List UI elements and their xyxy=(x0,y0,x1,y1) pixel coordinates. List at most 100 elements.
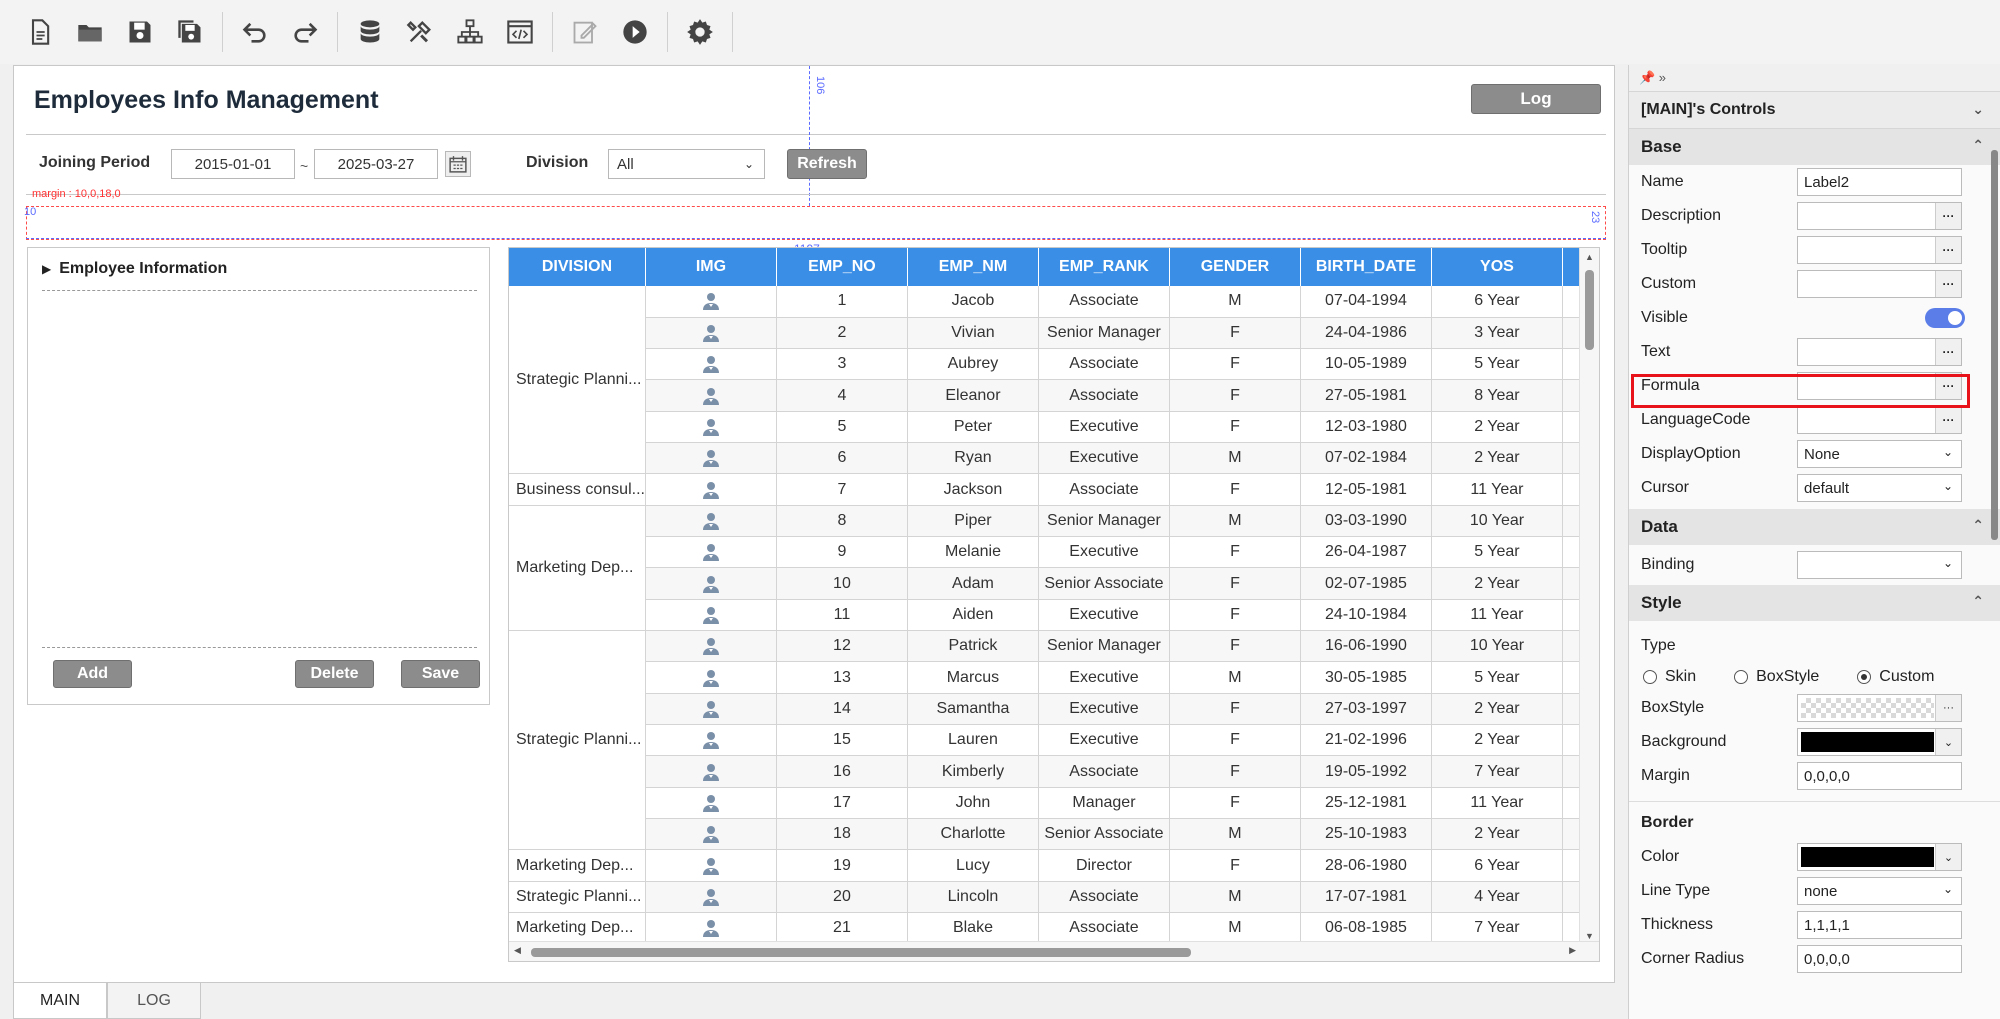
table-cell[interactable]: Patrick xyxy=(907,630,1039,663)
add-button[interactable]: Add xyxy=(53,660,132,688)
column-header[interactable]: YOS xyxy=(1431,248,1563,286)
table-cell[interactable]: F xyxy=(1169,630,1301,663)
division-cell[interactable]: Marketing Dep... xyxy=(509,912,646,945)
tools-icon[interactable] xyxy=(400,12,440,52)
table-cell[interactable]: M xyxy=(1169,661,1301,694)
table-cell[interactable]: 6 xyxy=(776,442,908,475)
tree-item-employee-information[interactable]: ▶ Employee Information xyxy=(42,260,227,278)
table-cell[interactable]: Jacob xyxy=(907,286,1039,318)
table-row[interactable]: 6 Ryan Executive M 07-02-1984 2 Year xyxy=(509,442,1587,475)
table-row[interactable]: 9 Melanie Executive F 26-04-1987 5 Year xyxy=(509,536,1587,569)
table-cell[interactable]: Executive xyxy=(1038,442,1170,475)
tab-log[interactable]: LOG xyxy=(107,983,201,1019)
table-cell[interactable]: Ryan xyxy=(907,442,1039,475)
table-cell[interactable]: 9 xyxy=(776,536,908,569)
margin-input[interactable]: 0,0,0,0 xyxy=(1797,762,1962,790)
table-cell[interactable]: Senior Manager xyxy=(1038,630,1170,663)
table-cell[interactable]: Senior Manager xyxy=(1038,317,1170,350)
scroll-right-icon[interactable]: ▶ xyxy=(1569,945,1576,956)
table-row[interactable]: 2 Vivian Senior Manager F 24-04-1986 3 Year xyxy=(509,317,1587,350)
table-cell[interactable]: Associate xyxy=(1038,348,1170,381)
division-cell[interactable]: Strategic Planni... xyxy=(509,286,646,475)
section-data[interactable]: Data ⌃ xyxy=(1629,509,2000,545)
table-cell[interactable]: 19-05-1992 xyxy=(1300,755,1432,788)
cornerradius-input[interactable]: 0,0,0,0 xyxy=(1797,945,1962,973)
table-cell[interactable]: 4 xyxy=(776,379,908,412)
save-icon[interactable] xyxy=(120,12,160,52)
calendar-icon[interactable] xyxy=(445,151,471,177)
table-cell[interactable]: Senior Associate xyxy=(1038,818,1170,851)
table-cell[interactable]: 16 xyxy=(776,755,908,788)
table-cell[interactable]: 30-05-1985 xyxy=(1300,661,1432,694)
table-row[interactable]: Marketing Dep... 19 Lucy Director F 28-06-198… xyxy=(509,849,1587,882)
table-cell[interactable]: 19 xyxy=(776,849,908,882)
description-input[interactable]: ··· xyxy=(1797,202,1962,230)
table-cell[interactable]: F xyxy=(1169,693,1301,726)
table-cell[interactable]: Executive xyxy=(1038,411,1170,444)
ellipsis-icon[interactable]: ··· xyxy=(1935,339,1961,365)
chevron-up-icon[interactable]: ⌃ xyxy=(1972,593,1984,610)
column-header[interactable]: EMP_NM xyxy=(907,248,1039,286)
table-cell[interactable]: Blake xyxy=(907,912,1039,945)
table-cell[interactable]: M xyxy=(1169,912,1301,945)
table-cell[interactable]: 17 xyxy=(776,787,908,820)
table-row[interactable]: 15 Lauren Executive F 21-02-1996 2 Year xyxy=(509,724,1587,757)
ellipsis-icon[interactable]: ··· xyxy=(1935,695,1961,721)
table-cell[interactable]: 24-10-1984 xyxy=(1300,599,1432,632)
table-cell[interactable]: Eleanor xyxy=(907,379,1039,412)
cursor-select[interactable]: default ⌄ xyxy=(1797,474,1962,502)
table-cell[interactable]: F xyxy=(1169,724,1301,757)
scroll-up-icon[interactable]: ▲ xyxy=(1585,252,1594,262)
table-cell[interactable]: Executive xyxy=(1038,599,1170,632)
table-row[interactable]: Strategic Planni... 12 Patrick Senior Manag… xyxy=(509,630,1587,851)
table-cell[interactable]: 06-08-1985 xyxy=(1300,912,1432,945)
scroll-thumb[interactable] xyxy=(531,948,1191,957)
table-cell[interactable]: Senior Manager xyxy=(1038,505,1170,538)
table-cell[interactable]: F xyxy=(1169,849,1301,882)
save-all-icon[interactable] xyxy=(170,12,210,52)
table-cell[interactable]: 2 Year xyxy=(1431,411,1563,444)
table-cell[interactable]: 6 Year xyxy=(1431,849,1563,882)
edit-icon[interactable] xyxy=(565,12,605,52)
table-cell[interactable]: 27-03-1997 xyxy=(1300,693,1432,726)
division-select[interactable]: All ⌄ xyxy=(608,149,765,179)
table-cell[interactable]: Lincoln xyxy=(907,881,1039,914)
table-cell[interactable]: F xyxy=(1169,536,1301,569)
table-cell[interactable]: F xyxy=(1169,567,1301,600)
radio-skin[interactable]: Skin xyxy=(1643,668,1696,686)
table-cell[interactable]: 6 Year xyxy=(1431,286,1563,318)
table-row[interactable]: Business consul... 7 Jackson Associate F 12-0… xyxy=(509,473,1587,506)
text-input[interactable]: ··· xyxy=(1797,338,1962,366)
table-cell[interactable]: 07-02-1984 xyxy=(1300,442,1432,475)
table-cell[interactable]: 21 xyxy=(776,912,908,945)
column-header[interactable]: BIRTH_DATE xyxy=(1300,248,1432,286)
table-cell[interactable]: 13 xyxy=(776,661,908,694)
scroll-thumb[interactable] xyxy=(1585,270,1594,350)
ellipsis-icon[interactable]: ··· xyxy=(1935,271,1961,297)
table-cell[interactable]: 25-10-1983 xyxy=(1300,818,1432,851)
play-icon[interactable] xyxy=(615,12,655,52)
table-cell[interactable]: 10 Year xyxy=(1431,505,1563,538)
division-cell[interactable]: Strategic Planni... xyxy=(509,881,646,914)
table-cell[interactable]: M xyxy=(1169,881,1301,914)
table-cell[interactable]: Lucy xyxy=(907,849,1039,882)
table-cell[interactable]: Jackson xyxy=(907,473,1039,506)
section-base[interactable]: Base ⌃ xyxy=(1629,129,2000,165)
table-cell[interactable]: F xyxy=(1169,379,1301,412)
open-folder-icon[interactable] xyxy=(70,12,110,52)
table-row[interactable]: 14 Samantha Executive F 27-03-1997 2 Year xyxy=(509,693,1587,726)
chevron-up-icon[interactable]: ⌃ xyxy=(1972,517,1984,534)
table-cell[interactable]: Associate xyxy=(1038,912,1170,945)
table-cell[interactable]: Melanie xyxy=(907,536,1039,569)
table-cell[interactable]: 4 Year xyxy=(1431,881,1563,914)
chevron-down-icon[interactable]: ⌄ xyxy=(1972,101,1984,118)
table-cell[interactable]: F xyxy=(1169,787,1301,820)
border-color-picker[interactable]: ⌄ xyxy=(1797,843,1962,871)
table-cell[interactable]: Aiden xyxy=(907,599,1039,632)
table-cell[interactable]: 16-06-1990 xyxy=(1300,630,1432,663)
table-cell[interactable]: 8 xyxy=(776,505,908,538)
table-cell[interactable]: Executive xyxy=(1038,693,1170,726)
table-cell[interactable]: Senior Associate xyxy=(1038,567,1170,600)
table-cell[interactable]: Lauren xyxy=(907,724,1039,757)
refresh-button[interactable]: Refresh xyxy=(787,149,867,179)
